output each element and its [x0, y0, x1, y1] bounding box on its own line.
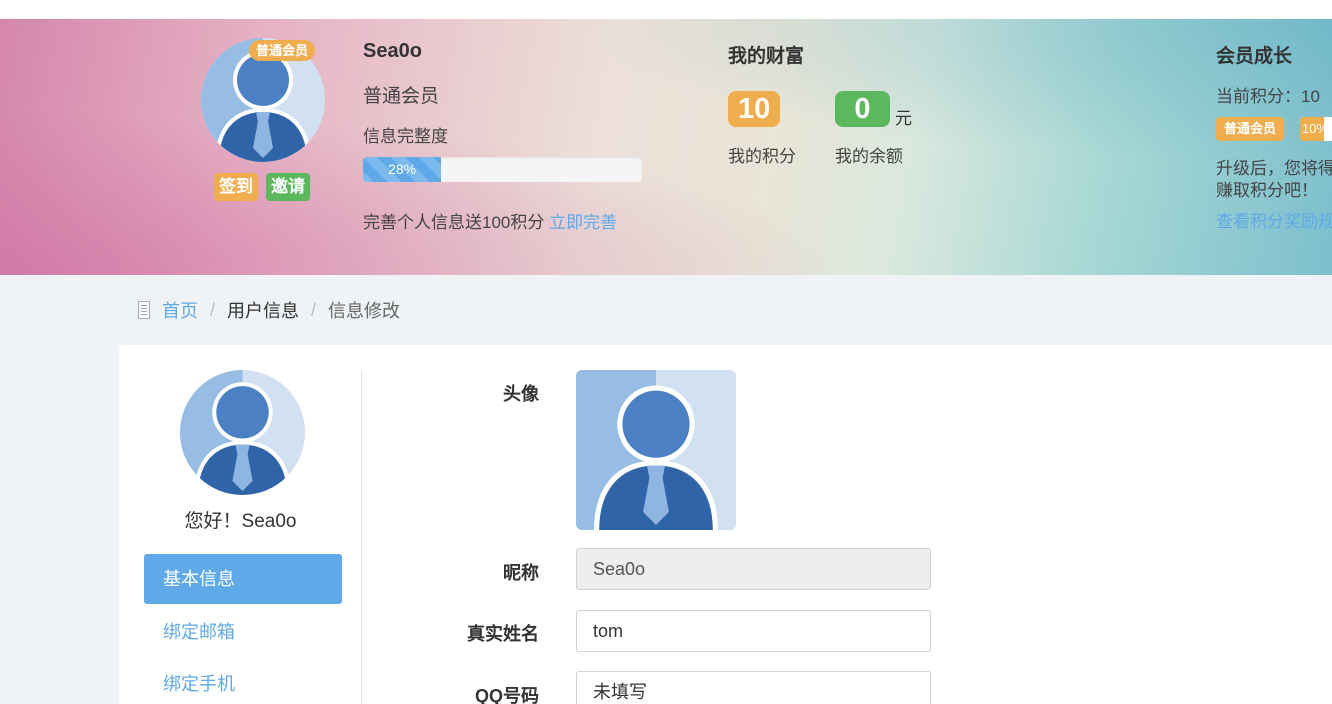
avatar-label: 头像: [503, 384, 539, 404]
breadcrumb-home[interactable]: 首页: [162, 297, 198, 323]
sidebar-item-basic-info[interactable]: 基本信息: [144, 554, 342, 604]
avatar-upload[interactable]: [576, 370, 736, 530]
sidebar-item-bind-email[interactable]: 绑定邮箱: [144, 607, 342, 657]
user-level: 普通会员: [363, 86, 440, 107]
growth-description: 升级后，您将得 赚取积分吧！: [1216, 158, 1332, 202]
sidebar-divider: [361, 370, 362, 704]
growth-desc-line1: 升级后，您将得: [1216, 159, 1332, 178]
perfect-hint-text: 完善个人信息送100积分: [363, 213, 545, 232]
realname-field[interactable]: tom: [576, 610, 931, 652]
completeness-progress: 28%: [363, 157, 642, 182]
wealth-title: 我的财富: [728, 46, 805, 67]
breadcrumb-separator: /: [311, 299, 317, 320]
qq-label: QQ号码: [474, 686, 539, 704]
breadcrumb-current: 信息修改: [328, 301, 401, 321]
perfect-info-hint: 完善个人信息送100积分 立即完善: [363, 208, 617, 233]
user-banner: [0, 19, 1332, 275]
points-label: 我的积分: [728, 147, 796, 166]
breadcrumb-separator: /: [210, 299, 216, 320]
qq-field[interactable]: 未填写: [576, 671, 931, 704]
member-badge: 普通会员: [249, 40, 316, 61]
balance-unit: 元: [895, 109, 912, 128]
level-progress: 10%: [1300, 117, 1332, 141]
points-rules-link[interactable]: 查看积分奖励规: [1216, 207, 1332, 232]
balance-value: 0: [835, 91, 890, 127]
realname-label: 真实姓名: [467, 624, 539, 644]
perfect-now-link[interactable]: 立即完善: [549, 213, 617, 232]
completeness-progress-fill: 28%: [363, 157, 442, 182]
sidebar-greeting: 您好！Sea0o: [184, 511, 297, 532]
level-progress-fill: 10%: [1300, 117, 1328, 141]
document-icon: [138, 301, 150, 319]
user-name: Sea0o: [363, 40, 422, 62]
nickname-label: 昵称: [503, 563, 539, 583]
top-strip: [0, 0, 1332, 19]
current-points: 当前积分：10: [1216, 87, 1320, 106]
sidebar-avatar: [180, 370, 305, 495]
breadcrumb-section: 用户信息: [227, 301, 300, 321]
invite-button[interactable]: 邀请: [266, 173, 310, 201]
balance-label: 我的余额: [835, 147, 903, 166]
completeness-label: 信息完整度: [363, 127, 448, 146]
growth-desc-line2: 赚取积分吧！: [1216, 181, 1318, 200]
sign-in-button[interactable]: 签到: [214, 173, 258, 201]
level-badge: 普通会员: [1216, 117, 1285, 141]
sidebar-item-bind-phone[interactable]: 绑定手机: [144, 659, 342, 704]
nickname-field[interactable]: Sea0o: [576, 548, 931, 590]
growth-title: 会员成长: [1216, 46, 1293, 67]
breadcrumb: 首页 / 用户信息 / 信息修改: [138, 296, 400, 324]
points-value: 10: [728, 91, 781, 127]
